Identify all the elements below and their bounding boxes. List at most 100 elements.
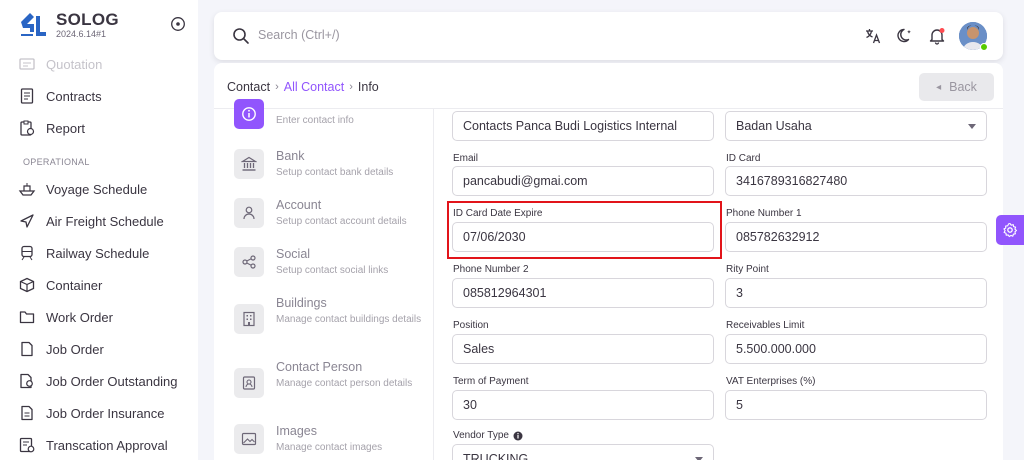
step-social[interactable]: Social Setup contact social links [234, 247, 434, 283]
solog-logo-icon [21, 13, 46, 36]
sidebar-item-label: Job Order Outstanding [46, 373, 178, 389]
email-field[interactable]: pancabudi@gmai.com [452, 166, 714, 196]
step-title: Contact Person [276, 360, 363, 374]
sidebar-item-label: Job Order Insurance [46, 405, 165, 421]
approval-icon [18, 436, 36, 454]
sidebar-item-job-order-outstanding[interactable]: Job Order Outstanding [18, 369, 196, 393]
breadcrumb-info: Info [357, 80, 379, 94]
breadcrumb-separator-icon: › [349, 81, 353, 93]
vat-enterprises-field[interactable]: 5 [725, 390, 987, 420]
report-icon [18, 119, 36, 137]
vendor-type-label-row: Vendor Type [453, 430, 523, 441]
search-input[interactable]: Search (Ctrl+/) [258, 28, 340, 42]
folder-icon [18, 308, 36, 326]
contact-name-field[interactable]: Contacts Panca Budi Logistics Internal [452, 111, 714, 141]
rity-point-field[interactable]: 3 [725, 278, 987, 308]
chevron-down-icon [968, 124, 976, 129]
brand-version: 2024.6.14#1 [56, 29, 107, 39]
vendor-type-label: Vendor Type [453, 430, 509, 441]
step-desc: Enter contact info [276, 115, 354, 126]
step-account[interactable]: Account Setup contact account details [234, 198, 434, 234]
search-icon[interactable] [232, 27, 250, 45]
sidebar: SOLOG 2024.6.14#1 Quotation Contracts Re… [0, 0, 198, 460]
step-images[interactable]: Images Manage contact images [234, 424, 434, 460]
email-label: Email [453, 153, 479, 164]
section-operational: OPERATIONAL [23, 157, 90, 167]
receivables-limit-field[interactable]: 5.500.000.000 [725, 334, 987, 364]
step-contact-person[interactable]: Contact Person Manage contact person det… [234, 360, 434, 410]
container-icon [18, 276, 36, 294]
building-icon [234, 304, 264, 334]
online-status-dot [980, 43, 988, 51]
collapse-sidebar-icon[interactable] [170, 16, 186, 32]
phone-number-1-label: Phone Number 1 [726, 208, 802, 219]
id-card-field[interactable]: 3416789316827480 [725, 166, 987, 196]
translate-icon[interactable] [864, 27, 882, 45]
position-field[interactable]: Sales [452, 334, 714, 364]
sidebar-item-contracts[interactable]: Contracts [18, 84, 196, 108]
breadcrumb: Contact › All Contact › Info [227, 80, 379, 94]
sidebar-item-job-order-insurance[interactable]: Job Order Insurance [18, 401, 196, 425]
steps-divider [433, 109, 434, 460]
top-navbar: Search (Ctrl+/) [214, 12, 1003, 60]
step-desc: Manage contact person details [276, 378, 413, 389]
id-card-date-expire-field[interactable]: 07/06/2030 [452, 222, 714, 252]
term-of-payment-label: Term of Payment [453, 376, 529, 387]
breadcrumb-all-contact[interactable]: All Contact [284, 80, 344, 94]
vendor-type-value: TRUCKING [463, 452, 529, 460]
id-card-date-expire-label: ID Card Date Expire [453, 208, 543, 219]
back-button-label: Back [949, 80, 977, 94]
info-icon [234, 99, 264, 129]
sidebar-item-railway-schedule[interactable]: Railway Schedule [18, 241, 196, 265]
phone-number-1-field[interactable]: 085782632912 [725, 222, 987, 252]
chevron-left-icon: ◂ [936, 81, 942, 93]
term-of-payment-field[interactable]: 30 [452, 390, 714, 420]
sidebar-item-container[interactable]: Container [18, 273, 196, 297]
step-desc: Setup contact bank details [276, 167, 394, 178]
sidebar-item-label: Air Freight Schedule [46, 213, 164, 229]
sidebar-item-work-order[interactable]: Work Order [18, 305, 196, 329]
theme-moon-icon[interactable] [896, 27, 914, 45]
user-icon [234, 198, 264, 228]
rity-point-label: Rity Point [726, 264, 769, 275]
ship-icon [18, 180, 36, 198]
brand-name: SOLOG [56, 10, 119, 29]
position-label: Position [453, 320, 489, 331]
step-title: Images [276, 424, 317, 438]
image-icon [234, 424, 264, 454]
brand[interactable]: SOLOG 2024.6.14#1 [16, 8, 192, 42]
id-card-label: ID Card [726, 153, 761, 164]
sidebar-item-job-order[interactable]: Job Order [18, 337, 196, 361]
sidebar-item-label: Voyage Schedule [46, 181, 148, 197]
step-bank[interactable]: Bank Setup contact bank details [234, 149, 434, 185]
notification-bell-icon[interactable] [928, 27, 946, 45]
info-circle-icon[interactable] [513, 431, 523, 441]
step-title: Social [276, 247, 311, 261]
vendor-type-select[interactable]: TRUCKING [452, 444, 714, 460]
sidebar-item-transcation-approval[interactable]: Transcation Approval [18, 433, 196, 457]
plane-icon [18, 212, 36, 230]
sidebar-item-report[interactable]: Report [18, 116, 196, 140]
gear-icon [1003, 222, 1018, 238]
back-button[interactable]: ◂ Back [919, 73, 994, 101]
sidebar-item-quotation[interactable]: Quotation [18, 52, 196, 76]
phone-number-2-field[interactable]: 085812964301 [452, 278, 714, 308]
sidebar-item-label: Report [46, 120, 86, 136]
train-icon [18, 244, 36, 262]
step-title: Bank [276, 149, 305, 163]
step-title: Buildings [276, 296, 327, 310]
customizer-settings-button[interactable] [996, 215, 1024, 245]
sidebar-item-voyage-schedule[interactable]: Voyage Schedule [18, 177, 196, 201]
contact-info-card: Enter contact info Bank Setup contact ba… [214, 99, 1003, 460]
step-info[interactable]: Enter contact info [234, 99, 434, 135]
quotation-icon [18, 55, 36, 73]
sidebar-item-air-freight-schedule[interactable]: Air Freight Schedule [18, 209, 196, 233]
entity-type-value: Badan Usaha [736, 119, 812, 133]
vat-enterprises-label: VAT Enterprises (%) [726, 376, 816, 387]
step-desc: Manage contact images [276, 442, 383, 453]
file-icon [18, 340, 36, 358]
step-buildings[interactable]: Buildings Manage contact buildings detai… [234, 296, 434, 346]
breadcrumb-contact[interactable]: Contact [227, 80, 270, 94]
entity-type-select[interactable]: Badan Usaha [725, 111, 987, 141]
sidebar-item-label: Container [46, 277, 103, 293]
